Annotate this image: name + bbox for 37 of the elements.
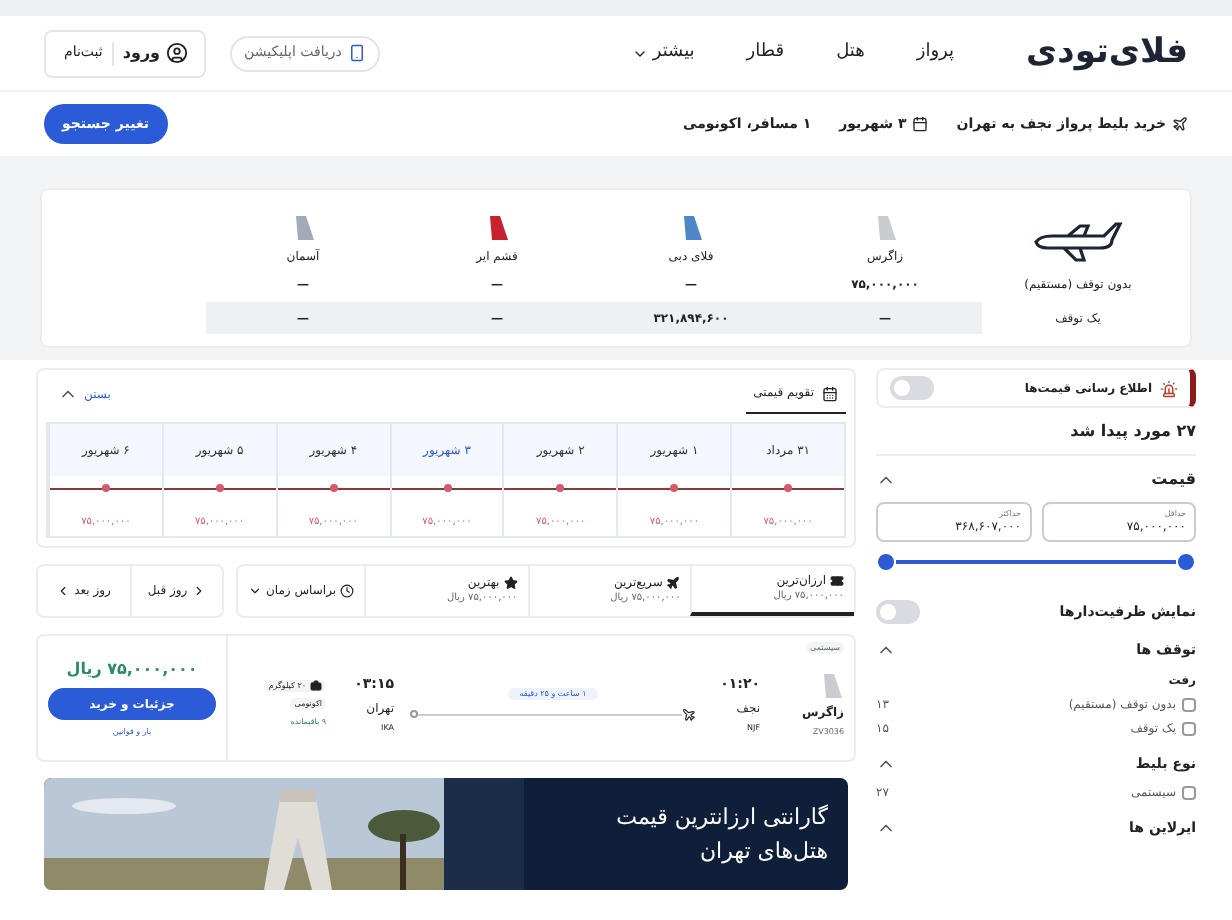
- capacity-toggle[interactable]: [876, 600, 920, 624]
- checkbox[interactable]: [1182, 786, 1196, 800]
- nav-link[interactable]: هتل: [836, 39, 865, 67]
- star-icon: [503, 576, 518, 591]
- phone-icon: [347, 44, 366, 62]
- chevron-icon: [191, 584, 206, 598]
- slider-thumb[interactable]: [1176, 552, 1196, 572]
- slider-thumb[interactable]: [876, 552, 896, 572]
- clock-icon: [340, 584, 355, 598]
- airplane-drawing: [1032, 218, 1124, 266]
- filter-title: قیمت: [1151, 468, 1196, 492]
- nav-link[interactable]: قطار: [746, 39, 785, 67]
- checkbox[interactable]: [1182, 721, 1196, 735]
- plane-icon: [1172, 116, 1188, 132]
- banner-text: هتل‌های تهران: [697, 836, 828, 868]
- ticket-icon: [830, 574, 844, 589]
- nav-link[interactable]: پرواز: [916, 39, 955, 67]
- banner-text: گارانتی ارزانترین قیمت: [616, 802, 828, 834]
- flight-price: ۷۵,۰۰۰,۰۰۰ ریال: [66, 658, 198, 682]
- plane-icon: [666, 576, 681, 591]
- login-button[interactable]: ورود: [112, 41, 197, 65]
- result-count: ۲۷ مورد پیدا شد: [876, 420, 1196, 456]
- tail-logo-icon: [820, 671, 844, 699]
- suitcase-icon: [310, 680, 322, 692]
- plane-icon: [682, 707, 696, 721]
- caret-icon: [247, 584, 262, 598]
- nav-link[interactable]: بیشتر: [632, 39, 695, 67]
- hotel-banner[interactable]: گارانتی ارزانترین قیمت هتل‌های تهران: [44, 778, 848, 890]
- user-icon: [166, 42, 189, 64]
- alarm-icon: [1160, 379, 1178, 397]
- calendar-icon: [822, 385, 838, 401]
- destination-marker-icon: [410, 710, 418, 718]
- logo[interactable]: فلای‌تودی: [1026, 27, 1188, 79]
- chevron-icon: [56, 584, 71, 598]
- calendar-icon: [912, 116, 929, 132]
- price-alert-toggle[interactable]: [890, 376, 934, 400]
- checkbox[interactable]: [1182, 697, 1196, 711]
